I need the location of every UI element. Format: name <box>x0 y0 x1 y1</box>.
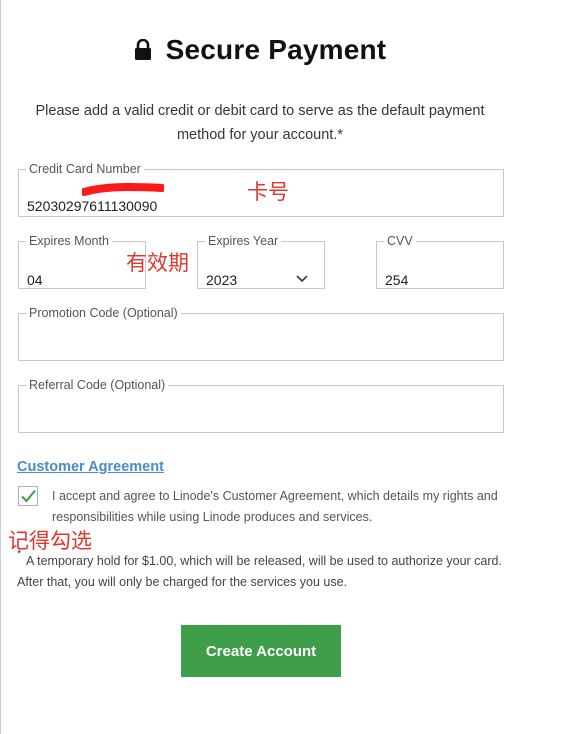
cvv-field[interactable]: CVV 254 <box>376 234 504 289</box>
intro-text: Please add a valid credit or debit card … <box>35 103 485 143</box>
expires-month-value: 04 <box>27 272 43 288</box>
page-title-text: Secure Payment <box>165 34 387 65</box>
footnote-text: A temporary hold for $1.00, which will b… <box>17 554 502 589</box>
credit-card-number-label: Credit Card Number <box>29 162 141 176</box>
expires-year-label: Expires Year <box>208 234 279 248</box>
cvv-value: 254 <box>385 272 409 288</box>
referral-code-field[interactable]: Referral Code (Optional) <box>18 378 504 433</box>
page-left-border <box>0 0 1 734</box>
promotion-code-field[interactable]: Promotion Code (Optional) <box>18 306 504 361</box>
cvv-label: CVV <box>387 234 413 248</box>
redaction-scribble <box>82 183 164 196</box>
expires-year-select[interactable]: Expires Year 2023 <box>197 234 325 289</box>
customer-agreement-link[interactable]: Customer Agreement <box>17 459 164 475</box>
lock-icon <box>134 36 152 68</box>
annotation-card-number: 卡号 <box>247 180 289 204</box>
page-title: Secure Payment <box>0 34 520 68</box>
checkmark-icon <box>21 489 36 503</box>
create-account-button[interactable]: Create Account <box>181 625 341 677</box>
agreement-text: I accept and agree to Linode's Customer … <box>52 489 498 524</box>
expires-month-label: Expires Month <box>29 234 109 248</box>
accept-agreement-checkbox[interactable] <box>18 486 38 506</box>
credit-card-number-value: 52030297611130090 <box>27 198 158 214</box>
promotion-code-label: Promotion Code (Optional) <box>29 306 178 320</box>
expires-year-value: 2023 <box>206 272 238 288</box>
annotation-expiry: 有效期 <box>126 251 189 275</box>
chevron-down-icon <box>296 275 308 283</box>
referral-code-label: Referral Code (Optional) <box>29 378 166 392</box>
